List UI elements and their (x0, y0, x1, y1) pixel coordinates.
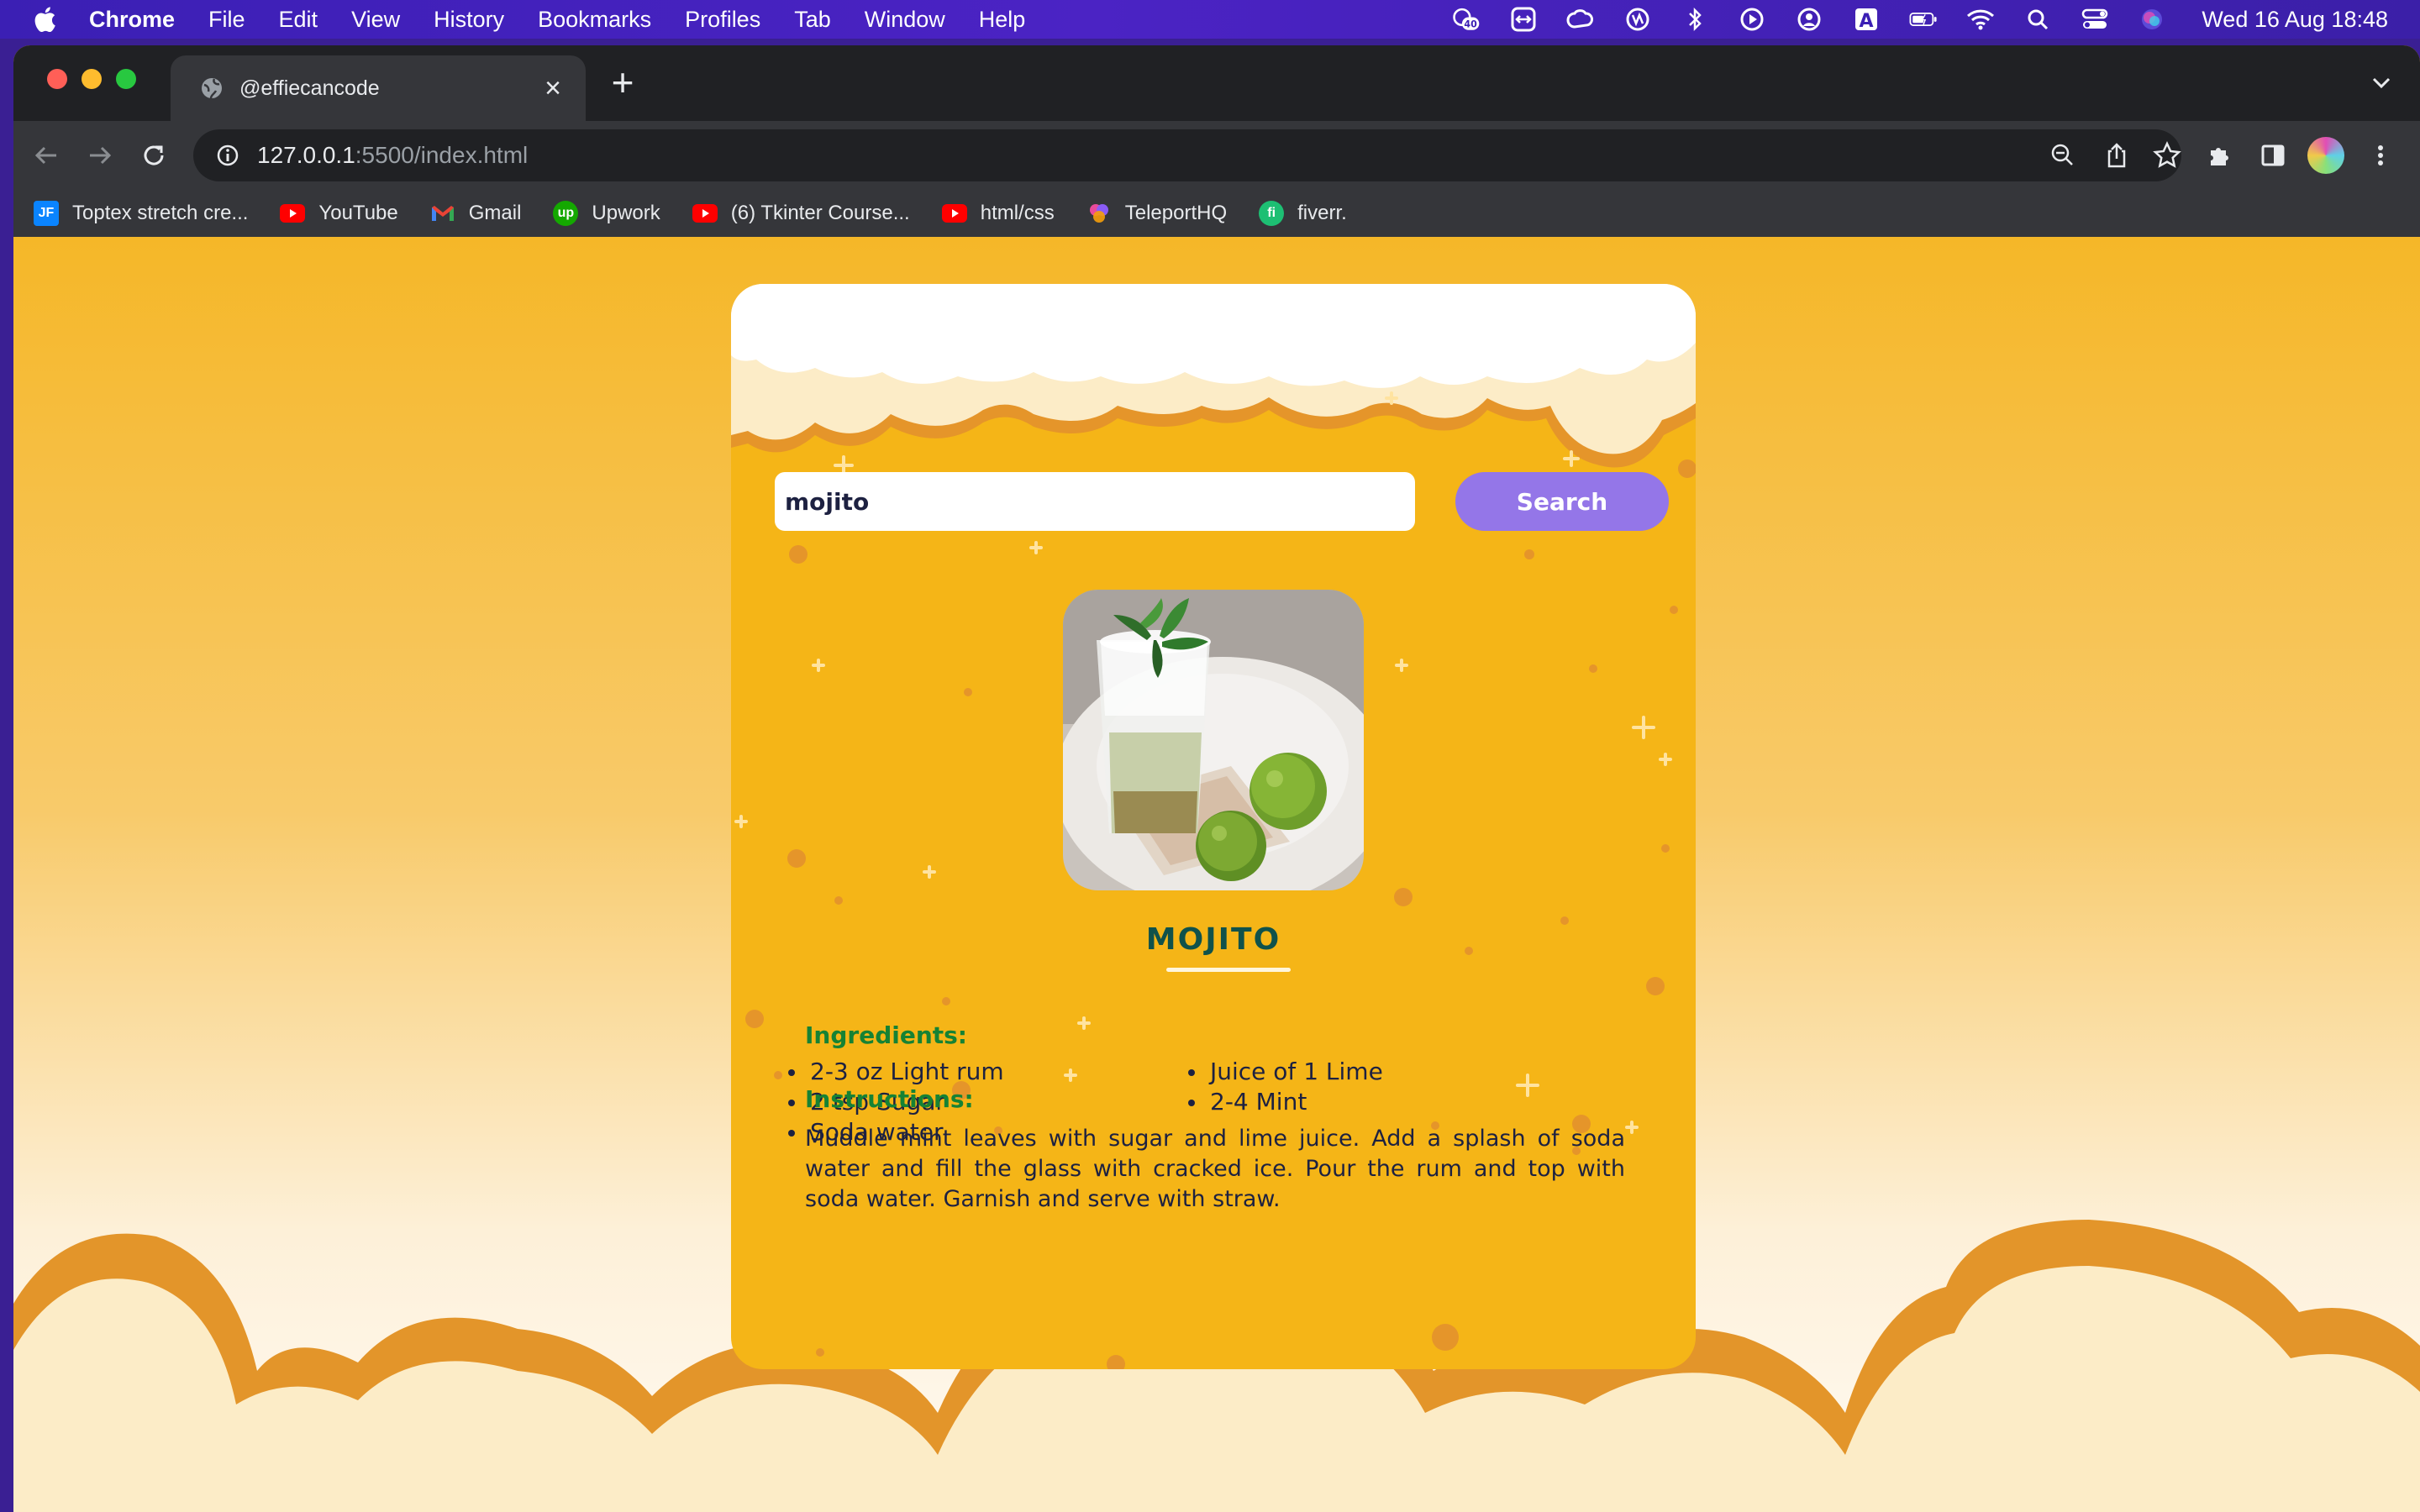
close-tab-icon[interactable]: × (539, 74, 567, 102)
close-window-button[interactable] (47, 69, 67, 89)
site-info-icon[interactable] (215, 143, 240, 168)
bookmark-item[interactable]: up Upwork (553, 201, 660, 226)
menu-window[interactable]: Window (865, 7, 945, 33)
tab-title: @effiecancode (239, 76, 380, 100)
bookmarks-bar: JF Toptex stretch cre... YouTube Gmail up… (13, 190, 2420, 238)
cocktail-card: Search (731, 284, 1696, 1369)
bookmark-label: YouTube (318, 202, 398, 224)
menubar-clock[interactable]: Wed 16 Aug 18:48 (2202, 7, 2388, 33)
forward-button[interactable] (82, 138, 118, 173)
menu-bookmarks[interactable]: Bookmarks (538, 7, 651, 33)
status-area: 40 A Wed 16 Aug 18:48 (1452, 0, 2388, 39)
reload-button[interactable] (136, 138, 171, 173)
menu-profiles[interactable]: Profiles (685, 7, 760, 33)
bookmark-star-icon[interactable] (2153, 141, 2181, 170)
bookmark-item[interactable]: TeleportHQ (1086, 201, 1227, 226)
chrome-menu-icon[interactable] (2363, 138, 2398, 173)
ingredient-item: 2-4 Mint (1168, 1087, 1529, 1117)
wifi-icon[interactable] (1966, 7, 1995, 32)
instructions-text: Muddle mint leaves with sugar and lime j… (805, 1126, 1625, 1212)
teamviewer-icon[interactable] (1509, 7, 1538, 32)
notification-badge-icon[interactable]: 40 (1452, 7, 1481, 32)
fiverr-icon: fi (1259, 201, 1285, 226)
menu-file[interactable]: File (208, 7, 245, 33)
menu-app-name[interactable]: Chrome (89, 7, 175, 33)
input-source-icon[interactable]: A (1852, 7, 1881, 32)
svg-text:A: A (1860, 11, 1874, 32)
globe-icon (202, 78, 222, 99)
url-host: 127.0.0.1 (257, 142, 355, 168)
bookmark-item[interactable]: fi fiverr. (1259, 201, 1347, 226)
siri-icon[interactable] (2138, 7, 2166, 32)
play-icon[interactable] (1738, 7, 1766, 32)
share-icon[interactable] (2102, 141, 2131, 170)
menu-history[interactable]: History (434, 7, 504, 33)
bookmark-item[interactable]: YouTube (280, 201, 398, 226)
profile-avatar[interactable] (2307, 137, 2344, 174)
side-panel-icon[interactable] (2255, 138, 2291, 173)
vpn-icon[interactable] (1623, 7, 1652, 32)
macos-menu-bar: Chrome File Edit View History Bookmarks … (0, 0, 2420, 39)
drink-name-underline (1166, 968, 1291, 972)
ingredients-list-right: Juice of 1 Lime 2-4 Mint (1168, 1057, 1529, 1117)
tab-search-chevron-icon[interactable] (2366, 67, 2396, 97)
bookmark-label: Upwork (592, 202, 660, 224)
user-account-icon[interactable] (1795, 7, 1823, 32)
web-page: Search (13, 237, 2420, 1512)
menu-help[interactable]: Help (979, 7, 1026, 33)
bluetooth-icon[interactable] (1681, 7, 1709, 32)
bookmark-item[interactable]: (6) Tkinter Course... (692, 201, 910, 226)
upwork-icon: up (553, 201, 579, 226)
browser-toolbar: 127.0.0.1:5500/index.html (13, 121, 2420, 190)
search-input[interactable] (775, 472, 1415, 531)
ingredients-heading: Ingredients: (805, 1021, 968, 1049)
bookmark-label: html/css (980, 202, 1055, 224)
spotlight-search-icon[interactable] (2023, 7, 2052, 32)
tab-strip: @effiecancode × + (13, 45, 2420, 121)
back-button[interactable] (29, 138, 64, 173)
bookmark-item[interactable]: JF Toptex stretch cre... (34, 201, 248, 226)
bookmark-label: Toptex stretch cre... (72, 202, 249, 224)
bookmark-label: fiverr. (1297, 202, 1347, 224)
youtube-icon (280, 201, 306, 226)
url-path: :5500/index.html (355, 142, 529, 168)
menu-tab[interactable]: Tab (794, 7, 831, 33)
gmail-icon (430, 201, 455, 226)
address-bar[interactable]: 127.0.0.1:5500/index.html (193, 129, 2181, 181)
bookmark-item[interactable]: Gmail (430, 201, 522, 226)
drink-name-heading: MOJITO (1145, 922, 1281, 957)
instructions-heading: Instructions: (805, 1085, 974, 1113)
youtube-icon (692, 201, 718, 226)
creative-cloud-icon[interactable] (1566, 7, 1595, 32)
search-button[interactable]: Search (1455, 472, 1669, 531)
teleporthq-icon (1086, 201, 1112, 226)
bookmark-label: (6) Tkinter Course... (730, 202, 910, 224)
battery-icon[interactable] (1909, 7, 1938, 32)
bookmark-label: TeleportHQ (1124, 202, 1228, 224)
extensions-icon[interactable] (2202, 138, 2237, 173)
youtube-icon (941, 201, 967, 226)
window-controls (47, 69, 136, 89)
browser-tab-active[interactable]: @effiecancode × (171, 55, 586, 121)
drink-image (1063, 590, 1364, 890)
bookmark-item[interactable]: html/css (941, 201, 1055, 226)
jotform-icon: JF (34, 201, 59, 226)
ingredient-item: 2-3 oz Light rum (768, 1057, 1129, 1087)
minimize-window-button[interactable] (82, 69, 102, 89)
ingredient-item: Juice of 1 Lime (1168, 1057, 1529, 1087)
menu-view[interactable]: View (351, 7, 400, 33)
control-center-icon[interactable] (2081, 7, 2109, 32)
apple-icon[interactable] (32, 6, 57, 33)
zoom-icon[interactable] (2049, 141, 2077, 170)
mojito-photo-illustration (1063, 590, 1364, 890)
menu-edit[interactable]: Edit (279, 7, 318, 33)
new-tab-button[interactable]: + (604, 63, 641, 102)
maximize-window-button[interactable] (116, 69, 136, 89)
bookmark-label: Gmail (468, 202, 522, 224)
browser-window: @effiecancode × + 127.0.0.1:5500/index.h… (13, 45, 2420, 1512)
badge-count: 40 (1465, 18, 1478, 29)
